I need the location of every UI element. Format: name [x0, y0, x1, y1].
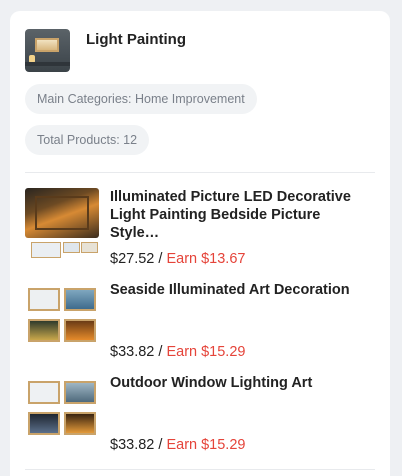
- product-info: Seaside Illuminated Art Decoration $33.8…: [110, 281, 372, 361]
- price-row: $33.82 / Earn $15.29: [110, 436, 372, 454]
- variant-image: [63, 242, 80, 253]
- main-categories-badge: Main Categories: Home Improvement: [25, 84, 257, 114]
- product-price: $33.82: [110, 437, 155, 453]
- product-price: $27.52: [110, 251, 155, 267]
- variant-image: [28, 381, 60, 404]
- product-item[interactable]: Seaside Illuminated Art Decoration $33.8…: [25, 281, 375, 374]
- product-item[interactable]: Illuminated Picture LED Decorative Light…: [25, 188, 375, 281]
- product-image-grid: [28, 288, 96, 347]
- product-info: Outdoor Window Lighting Art $33.82 / Ear…: [110, 374, 372, 454]
- seaside-art-thumbnail[interactable]: [25, 281, 99, 353]
- total-products-badge: Total Products: 12: [25, 125, 150, 155]
- variant-image: [28, 288, 60, 311]
- variant-image: [81, 242, 98, 253]
- divider: [25, 469, 375, 470]
- earn-amount: Earn $15.29: [166, 437, 246, 453]
- led-picture-thumbnail[interactable]: [25, 188, 99, 260]
- variant-image: [64, 412, 96, 435]
- product-main-image: [25, 188, 99, 238]
- window-art-thumbnail[interactable]: [25, 374, 99, 446]
- variant-image: [28, 412, 60, 435]
- variant-image: [31, 242, 61, 258]
- shelf-shape: [25, 62, 70, 66]
- frame-icon: [35, 38, 59, 52]
- store-title[interactable]: Light Painting: [86, 31, 186, 48]
- price-separator: /: [154, 344, 167, 360]
- price-separator: /: [154, 251, 167, 267]
- earn-amount: Earn $15.29: [166, 344, 246, 360]
- store-header: Light Painting: [25, 29, 375, 72]
- product-image-grid: [28, 381, 96, 440]
- price-row: $33.82 / Earn $15.29: [110, 343, 372, 361]
- product-name[interactable]: Illuminated Picture LED Decorative Light…: [110, 188, 372, 242]
- product-price: $33.82: [110, 344, 155, 360]
- price-row: $27.52 / Earn $13.67: [110, 250, 372, 268]
- store-avatar[interactable]: [25, 29, 70, 72]
- divider: [25, 172, 375, 173]
- store-card: Light Painting Main Categories: Home Imp…: [10, 11, 390, 476]
- variant-image: [64, 288, 96, 311]
- earn-amount: Earn $13.67: [166, 251, 246, 267]
- product-item[interactable]: Outdoor Window Lighting Art $33.82 / Ear…: [25, 374, 375, 467]
- variant-image: [64, 319, 96, 342]
- variant-image: [28, 319, 60, 342]
- product-info: Illuminated Picture LED Decorative Light…: [110, 188, 372, 268]
- variant-image: [64, 381, 96, 404]
- product-list: Illuminated Picture LED Decorative Light…: [25, 188, 375, 467]
- price-separator: /: [154, 437, 167, 453]
- product-name[interactable]: Outdoor Window Lighting Art: [110, 374, 372, 392]
- product-name[interactable]: Seaside Illuminated Art Decoration: [110, 281, 372, 299]
